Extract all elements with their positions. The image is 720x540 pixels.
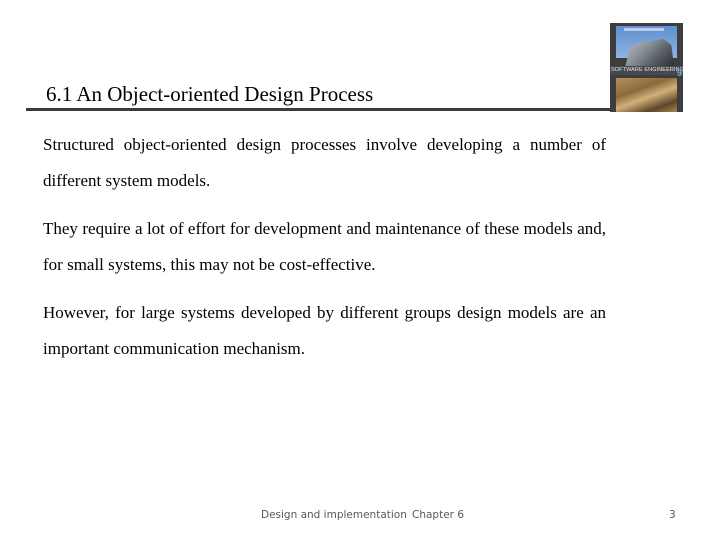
- cover-edition: 9: [676, 68, 682, 78]
- slide-number: 3: [669, 509, 676, 521]
- paragraph-3: However, for large systems developed by …: [43, 303, 606, 358]
- cover-title-band: SOFTWARE ENGINEERING: [610, 66, 683, 75]
- paragraph-1: Structured object-oriented design proces…: [43, 135, 606, 190]
- book-cover-image: SOFTWARE ENGINEERING 9: [610, 23, 683, 112]
- footer-section-title: Design and implementation: [261, 509, 407, 521]
- cover-photo: [616, 78, 677, 112]
- footer-chapter: Chapter 6: [412, 509, 464, 521]
- cover-author: [624, 28, 664, 31]
- slide-title: 6.1 An Object-oriented Design Process: [46, 82, 374, 106]
- title-underline: [26, 108, 612, 111]
- paragraph-2: They require a lot of effort for develop…: [43, 219, 606, 274]
- cover-title: SOFTWARE ENGINEERING: [611, 67, 683, 73]
